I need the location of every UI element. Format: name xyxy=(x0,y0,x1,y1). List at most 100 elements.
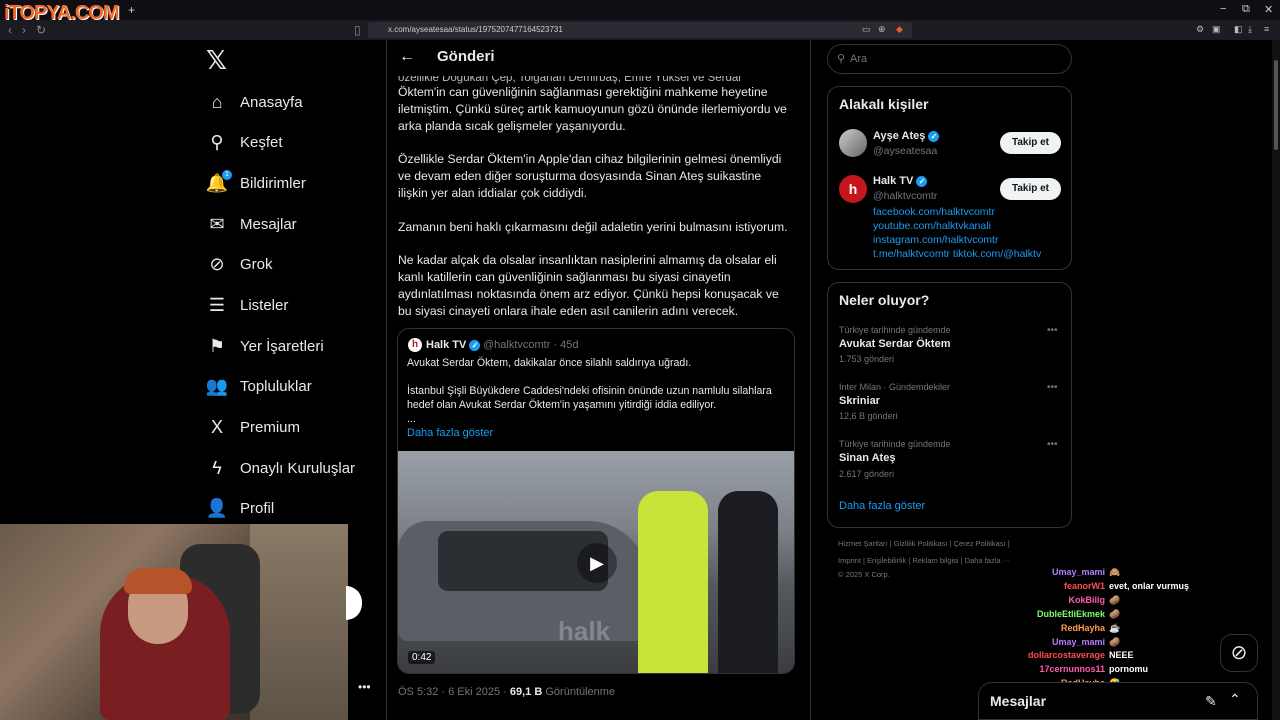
account-more-icon[interactable]: ••• xyxy=(358,680,371,694)
back-nav-icon[interactable]: ‹ xyxy=(8,23,12,37)
new-message-icon[interactable]: ✎ xyxy=(1205,693,1217,710)
show-more-link[interactable]: Daha fazla göster xyxy=(839,500,925,512)
avatar[interactable] xyxy=(839,129,867,157)
sidebar-toggle-icon[interactable]: ◧ xyxy=(1234,24,1243,35)
zoom-icon[interactable]: ⊕ xyxy=(878,24,886,35)
chat-text: ☕ xyxy=(1109,623,1121,633)
verified-badge-icon: ✓ xyxy=(928,130,940,142)
sidebar-item-listeler[interactable]: ☰ Listeler xyxy=(206,291,288,319)
bio-link[interactable]: instagram.com/halktvcomtr xyxy=(873,234,998,246)
x-logo-icon[interactable]: 𝕏 xyxy=(206,46,230,76)
tweet-paragraph: Özellikle Serdar Öktem'in Apple'dan ciha… xyxy=(398,152,782,200)
messages-drawer[interactable]: Mesajlar ✎ ⌃ xyxy=(978,682,1258,720)
sidebar-item-topluluklar[interactable]: 👥 Topluluklar xyxy=(206,372,312,400)
scrollbar-thumb[interactable] xyxy=(1274,60,1278,150)
verified-badge-icon: ✓ xyxy=(469,339,481,351)
footer-links[interactable]: Imprint | Erişilebilirlik | Reklam bilgi… xyxy=(838,556,1010,565)
footer-copyright: © 2025 X Corp. xyxy=(838,570,890,579)
person-name[interactable]: Ayşe Ateş ✓ xyxy=(873,130,940,142)
chat-message: KokBilig 🥔 xyxy=(1000,595,1120,606)
sidebar-item-profil[interactable]: 👤 Profil xyxy=(206,494,274,522)
more-options-icon[interactable]: ••• xyxy=(1047,325,1058,336)
grok-icon: ⊘ xyxy=(209,253,225,274)
extensions-icon[interactable]: ⚙ xyxy=(1196,24,1204,35)
grok-fab-icon[interactable]: ⊘ xyxy=(1220,634,1258,672)
menu-icon[interactable]: ≡ xyxy=(1264,24,1269,34)
sidebar-item-anasayfa[interactable]: ⌂ Anasayfa xyxy=(206,88,303,116)
tweet-meta: ÖS 5:32 · 6 Eki 2025 · 69,1 B Görüntülen… xyxy=(398,686,616,698)
expand-icon[interactable]: ⌃ xyxy=(1229,691,1241,708)
more-options-icon[interactable]: ••• xyxy=(1047,382,1058,393)
chat-text: 🥔 xyxy=(1109,609,1121,619)
quoted-author-name[interactable]: Halk TV ✓ xyxy=(426,339,481,351)
chat-text: 🥔 xyxy=(1109,637,1121,647)
avatar[interactable]: h xyxy=(839,175,867,203)
search-icon: ⚲ xyxy=(837,53,846,65)
sidebar-item-label: Grok xyxy=(240,255,273,273)
back-arrow-icon[interactable]: ← xyxy=(399,48,415,66)
sidebar-item-keşfet[interactable]: ⚲ Keşfet xyxy=(206,128,282,156)
more-options-icon[interactable]: ••• xyxy=(1047,439,1058,450)
new-tab-button[interactable]: + xyxy=(128,3,135,17)
trend-title[interactable]: Sinan Ateş xyxy=(839,452,895,464)
footer-links[interactable]: Hizmet Şartları | Gizlilik Politikası | … xyxy=(838,539,1010,548)
bookshelf-shape xyxy=(250,524,348,720)
follow-button[interactable]: Takip et xyxy=(1000,178,1061,200)
person-handle: @halktvcomtr xyxy=(873,190,938,202)
sidebar-item-premium[interactable]: X Premium xyxy=(206,413,300,441)
sidebar-item-label: Onaylı Kuruluşlar xyxy=(240,459,356,477)
quoted-tweet[interactable]: h Halk TV ✓ @halktvcomtr · 45d Avukat Se… xyxy=(397,328,795,674)
bio-link[interactable]: youtube.com/halktvkanali xyxy=(873,220,991,232)
chat-message: RedHayha ☕ xyxy=(1000,623,1120,634)
follow-button[interactable]: Takip et xyxy=(1000,132,1061,154)
wallet-icon[interactable]: ▣ xyxy=(1212,24,1221,35)
messages-title: Mesajlar xyxy=(990,693,1047,709)
minimize-button[interactable]: − xyxy=(1220,3,1226,15)
trend-title[interactable]: Avukat Serdar Öktem xyxy=(839,338,950,350)
sidebar-item-mesajlar[interactable]: ✉ Mesajlar xyxy=(206,210,297,238)
sidebar-item-yer-i-şaretleri[interactable]: ⚑ Yer İşaretleri xyxy=(206,332,324,360)
person-name[interactable]: Halk TV ✓ xyxy=(873,175,928,187)
sidebar-item-label: Profil xyxy=(240,499,275,517)
brave-shield-icon[interactable]: ◆ xyxy=(896,24,903,35)
reader-icon[interactable]: ▭ xyxy=(862,24,871,35)
search-input[interactable]: ⚲ Ara xyxy=(827,44,1072,74)
bookmark-page-icon[interactable]: ▯ xyxy=(354,23,361,37)
video-watermark: halk xyxy=(558,616,611,646)
sidebar-item-label: Bildirimler xyxy=(240,174,306,192)
officer-shape xyxy=(718,491,778,673)
show-more-link[interactable]: Daha fazla göster xyxy=(407,427,493,439)
maximize-button[interactable]: ⧉ xyxy=(1242,3,1250,16)
sidebar-item-bildirimler[interactable]: 🔔 1 Bildirimler xyxy=(206,169,306,197)
quoted-text: İstanbul Şişli Büyükdere Caddesi'ndeki o… xyxy=(407,385,772,411)
play-icon[interactable]: ▶ xyxy=(577,543,617,583)
download-icon[interactable]: ⤓ xyxy=(1248,24,1252,35)
sidebar-item-label: Mesajlar xyxy=(240,215,297,233)
video-player[interactable]: halk ▶ 0:42 xyxy=(398,451,794,673)
chat-message: dollarcostaverage NEEE xyxy=(1000,650,1134,660)
trends-card: Neler oluyor? Türkiye tarihinde gündemde… xyxy=(827,282,1072,528)
chat-text: 🥔 xyxy=(1109,595,1121,605)
bookmark-icon: ⚑ xyxy=(208,335,226,356)
trend-meta: Türkiye tarihinde gündemde xyxy=(839,439,951,449)
trend-title[interactable]: Skriniar xyxy=(839,395,880,407)
halktv-avatar[interactable]: h xyxy=(408,338,422,352)
close-window-button[interactable]: ✕ xyxy=(1264,3,1273,16)
sidebar-item-onaylı-kuruluşlar[interactable]: ϟ Onaylı Kuruluşlar xyxy=(206,454,355,482)
post-button-edge[interactable] xyxy=(346,586,362,620)
verified-badge-icon: ✓ xyxy=(916,175,928,187)
chat-message: 17cernunnos11 pornomu xyxy=(1000,664,1148,674)
trend-count: 2.617 gönderi xyxy=(839,469,895,479)
quoted-text: ... xyxy=(407,413,416,425)
bio-link[interactable]: facebook.com/halktvcomtr xyxy=(873,206,995,218)
sidebar-item-label: Topluluklar xyxy=(240,377,312,395)
forward-nav-icon[interactable]: › xyxy=(22,23,26,37)
reload-icon[interactable]: ↻ xyxy=(36,23,46,37)
bio-link[interactable]: t.me/halktvcomtr tiktok.com/@halktv xyxy=(873,248,1061,260)
sidebar-item-grok[interactable]: ⊘ Grok xyxy=(206,250,273,278)
video-duration: 0:42 xyxy=(408,651,436,664)
trend-meta: Türkiye tarihinde gündemde xyxy=(839,325,951,335)
bell-icon: 🔔 1 xyxy=(206,170,232,194)
chat-message: feanorW1 evet, onlar vurmuş xyxy=(1000,581,1189,591)
address-bar[interactable]: x.com/ayseatesaa/status/1975207477164523… xyxy=(368,22,912,38)
